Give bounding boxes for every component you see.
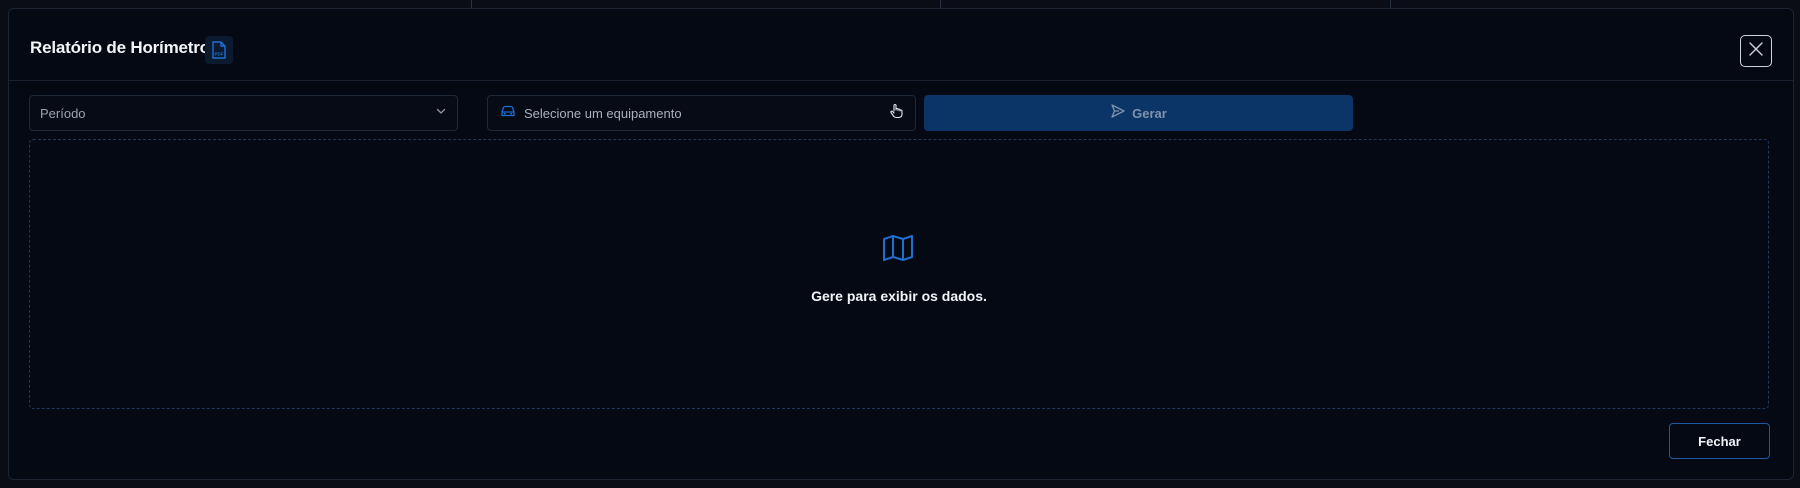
equipment-select[interactable]: Selecione um equipamento	[487, 95, 916, 131]
period-select[interactable]: Período	[29, 95, 458, 131]
dialog-title: Relatório de Horímetro	[30, 38, 210, 57]
backdrop-divider	[1390, 0, 1391, 8]
send-icon	[1110, 103, 1126, 124]
car-icon	[500, 104, 516, 123]
backdrop-divider	[940, 0, 941, 8]
pointer-hand-icon	[889, 103, 903, 124]
file-pdf-icon[interactable]: PDF	[205, 36, 233, 64]
pdf-badge-text: PDF	[215, 52, 224, 57]
filters-toolbar: Período Selecione um equipamento Gerar	[29, 95, 1353, 131]
equipment-placeholder: Selecione um equipamento	[524, 105, 682, 121]
dialog-header: Relatório de Horímetro PDF	[9, 9, 1793, 81]
close-footer-button[interactable]: Fechar	[1669, 423, 1770, 459]
period-label: Período	[40, 105, 86, 121]
empty-state-message: Gere para exibir os dados.	[811, 288, 987, 304]
close-icon	[1748, 41, 1764, 62]
map-icon	[882, 234, 914, 267]
close-button[interactable]	[1740, 35, 1772, 67]
horimetro-report-dialog: Relatório de Horímetro PDF Período Selec…	[8, 8, 1794, 480]
generate-button[interactable]: Gerar	[924, 95, 1353, 131]
backdrop-divider	[471, 0, 472, 8]
generate-label: Gerar	[1132, 105, 1167, 121]
chevron-down-icon	[435, 104, 447, 122]
results-area: Gere para exibir os dados.	[29, 139, 1769, 409]
